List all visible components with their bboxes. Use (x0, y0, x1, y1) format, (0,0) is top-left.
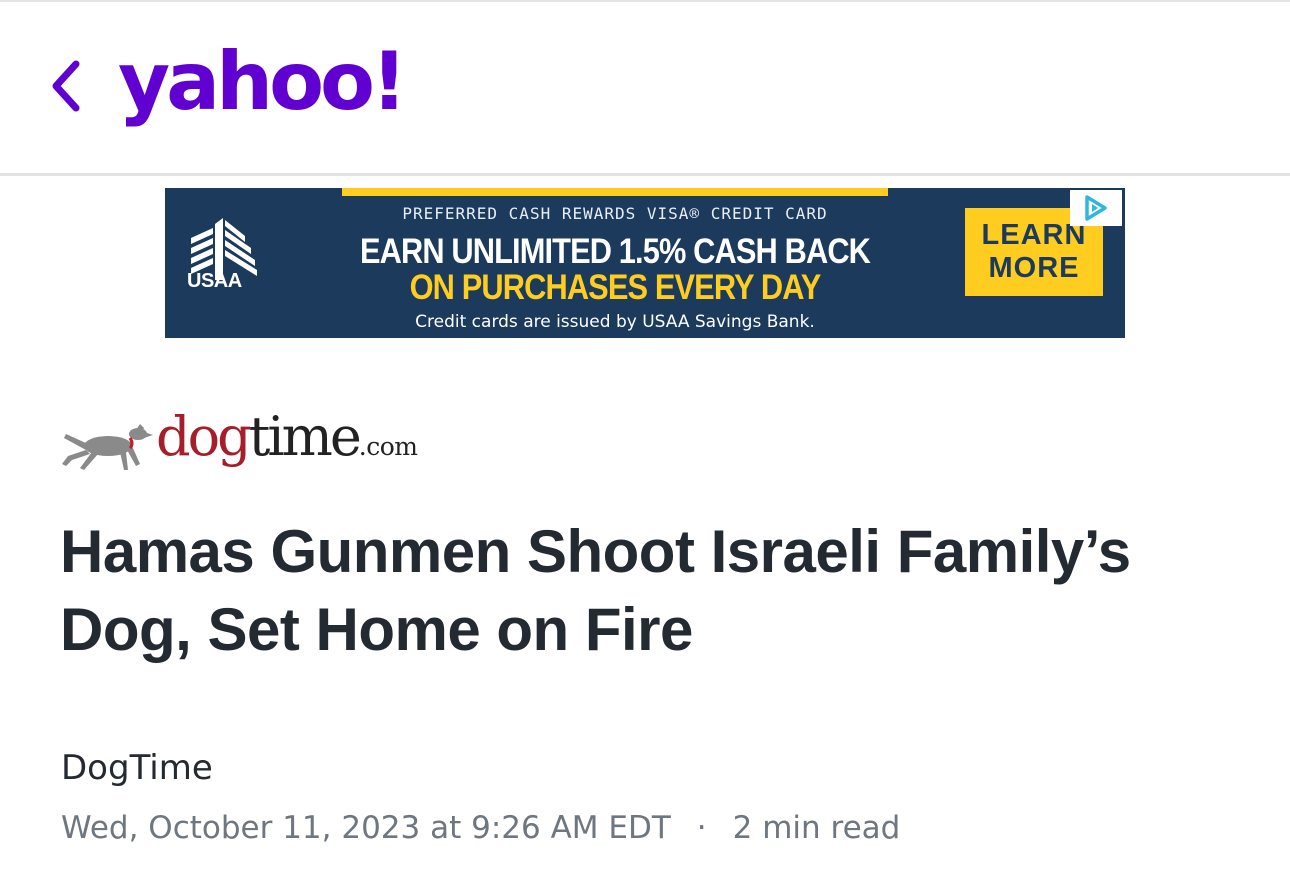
adchoices-button[interactable] (1070, 190, 1122, 226)
back-button[interactable] (40, 54, 90, 118)
chevron-left-icon (52, 60, 80, 112)
ad-disclaimer: Credit cards are issued by USAA Savings … (415, 312, 815, 332)
usaa-wordmark: USAA (187, 270, 242, 292)
ad-banner[interactable]: USAA PREFERRED CASH REWARDS VISA® CREDIT… (165, 188, 1125, 338)
app-header: yahoo! (0, 2, 1290, 174)
publisher-name-dog: dog (156, 405, 252, 468)
ad-headline-line2: ON PURCHASES EVERY DAY (409, 268, 822, 307)
publish-date: Wed, October 11, 2023 at 9:26 AM EDT (61, 810, 671, 846)
article-page: yahoo! USAA PREFERRED CASH REWARDS VISA®… (0, 0, 1290, 881)
author-name[interactable]: DogTime (61, 748, 213, 788)
learn-more-line2: MORE (988, 252, 1080, 284)
article-headline: Hamas Gunmen Shoot Israeli Family’s Dog,… (60, 518, 1131, 663)
publisher-name-com: .com (358, 432, 418, 461)
ad-kicker: PREFERRED CASH REWARDS VISA® CREDIT CARD (402, 204, 828, 223)
publisher-name-time: time (248, 405, 362, 468)
publisher-wordmark: dogtime.com (156, 410, 418, 464)
yahoo-logo[interactable]: yahoo! (118, 32, 407, 132)
publisher-logo[interactable]: dogtime.com (58, 410, 478, 490)
greyhound-dog-icon (62, 424, 153, 470)
header-divider (0, 173, 1290, 176)
adchoices-icon (1085, 195, 1107, 221)
meta-separator: · (696, 810, 707, 846)
ad-accent-bar (342, 188, 888, 196)
article-meta: Wed, October 11, 2023 at 9:26 AM EDT · 2 m… (61, 810, 900, 846)
yahoo-logo-text: yahoo! (118, 35, 407, 128)
ad-headline-line1: EARN UNLIMITED 1.5% CASH BACK (359, 232, 871, 271)
read-time: 2 min read (732, 810, 901, 846)
